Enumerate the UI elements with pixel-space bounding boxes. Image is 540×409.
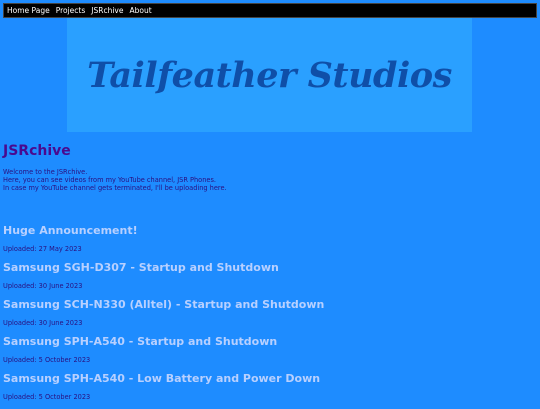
intro-text: Welcome to the JSRchive. Here, you can s… (3, 168, 227, 192)
video-item: Samsung SGH-D307 - Startup and Shutdown … (3, 261, 533, 298)
video-title-link[interactable]: Samsung SGH-D307 - Startup and Shutdown (3, 261, 279, 274)
nav-about-link[interactable]: About (129, 6, 151, 15)
top-navbar: Home Page Projects JSRchive About (3, 3, 537, 18)
upload-date: Uploaded: 5 October 2023 (3, 393, 91, 401)
video-title-link[interactable]: Huge Announcement! (3, 224, 138, 237)
intro-line: Here, you can see videos from my YouTube… (3, 176, 216, 184)
page-title: JSRchive (3, 143, 71, 159)
intro-line: Welcome to the JSRchive. (3, 168, 88, 176)
nav-home-link[interactable]: Home Page (7, 6, 50, 15)
nav-jsrchive-link[interactable]: JSRchive (91, 6, 123, 15)
nav-projects-link[interactable]: Projects (56, 6, 86, 15)
video-item: Samsung SPH-A540 - Low Battery and Power… (3, 372, 533, 409)
video-title-link[interactable]: Samsung SCH-N330 (Alltel) - Startup and … (3, 298, 324, 311)
upload-date: Uploaded: 5 October 2023 (3, 356, 91, 364)
video-item: Huge Announcement! Uploaded: 27 May 2023 (3, 224, 533, 261)
upload-date: Uploaded: 27 May 2023 (3, 245, 82, 253)
video-title-link[interactable]: Samsung SPH-A540 - Startup and Shutdown (3, 335, 277, 348)
video-title-link[interactable]: Samsung SPH-A540 - Low Battery and Power… (3, 372, 320, 385)
upload-date: Uploaded: 30 June 2023 (3, 282, 83, 290)
video-item: Samsung SCH-N330 (Alltel) - Startup and … (3, 298, 533, 335)
video-item: Samsung SPH-A540 - Startup and Shutdown … (3, 335, 533, 372)
site-banner: Tailfeather Studios (67, 18, 472, 132)
upload-date: Uploaded: 30 June 2023 (3, 319, 83, 327)
video-list: Huge Announcement! Uploaded: 27 May 2023… (3, 224, 533, 409)
intro-line: In case my YouTube channel gets terminat… (3, 184, 227, 192)
banner-title: Tailfeather Studios (87, 54, 452, 96)
